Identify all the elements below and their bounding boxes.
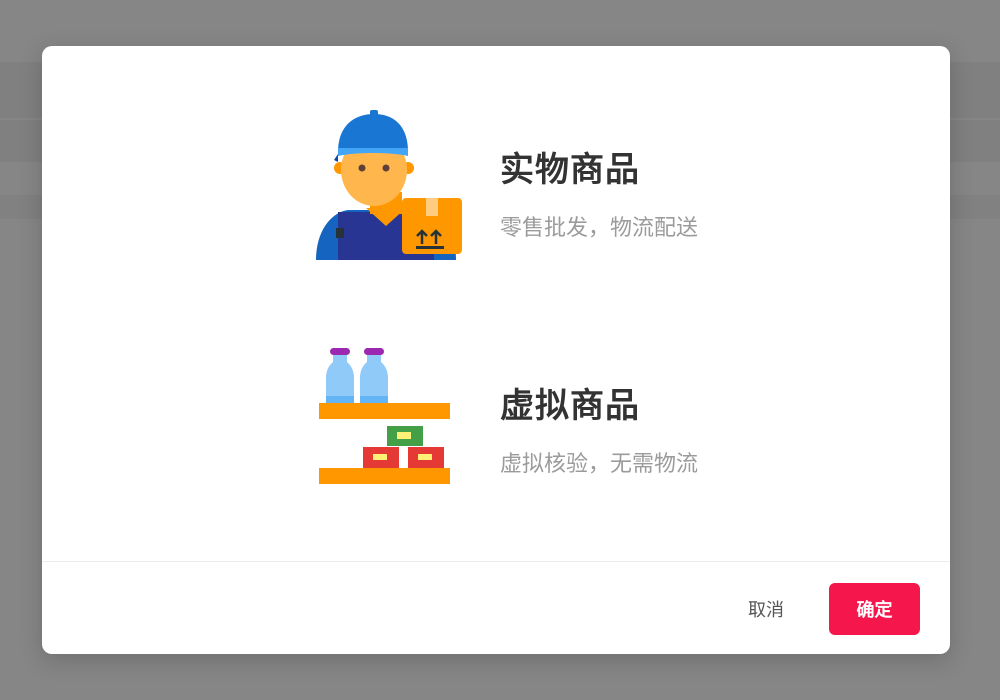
confirm-button[interactable]: 确定 — [829, 583, 920, 635]
option-title: 虚拟商品 — [500, 387, 640, 425]
shelf-products-icon — [310, 344, 462, 496]
option-physical-goods[interactable]: 实物商品 零售批发，物流配送 — [310, 108, 730, 260]
delivery-worker-icon — [310, 108, 462, 260]
option-title: 实物商品 — [500, 151, 640, 189]
option-virtual-goods[interactable]: 虚拟商品 虚拟核验，无需物流 — [310, 344, 730, 494]
cancel-button[interactable]: 取消 — [722, 583, 810, 635]
product-type-dialog: 实物商品 零售批发，物流配送 虚拟商品 虚拟核验，无需物流 取消 确定 — [42, 46, 950, 654]
option-description: 虚拟核验，无需物流 — [500, 451, 699, 476]
product-type-options: 实物商品 零售批发，物流配送 虚拟商品 虚拟核验，无需物流 — [42, 46, 950, 561]
option-description: 零售批发，物流配送 — [500, 215, 699, 240]
dialog-footer: 取消 确定 — [42, 561, 950, 654]
